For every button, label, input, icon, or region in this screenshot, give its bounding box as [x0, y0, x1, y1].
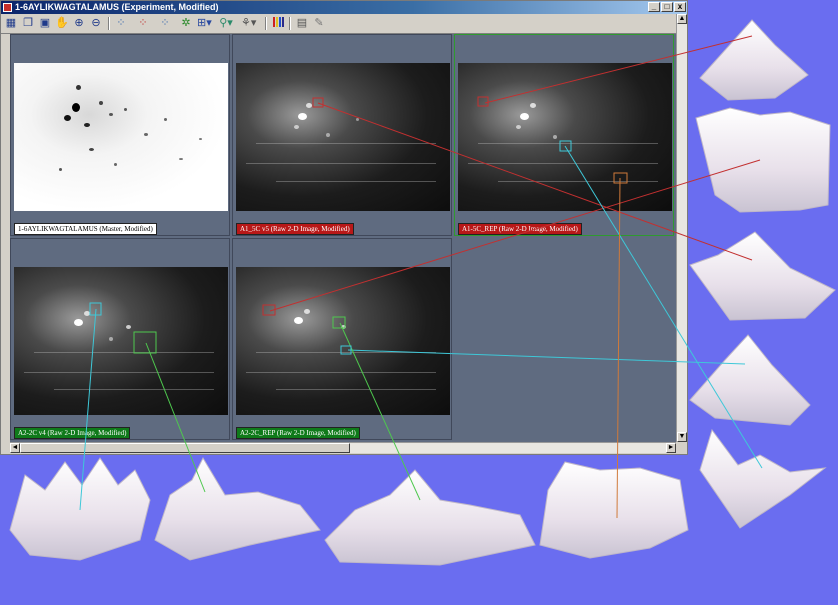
toolbar-separator — [265, 17, 267, 30]
color-bars-icon[interactable] — [271, 16, 285, 30]
spot-surface-3d — [689, 231, 836, 321]
zoom-in-icon[interactable]: ⊕ — [72, 16, 86, 30]
maximize-button[interactable]: □ — [661, 2, 673, 12]
grid-view-icon[interactable]: ▦ — [4, 16, 18, 30]
window-title: 1-6AYLIKWAGTALAMUS (Experiment, Modified… — [15, 2, 219, 12]
landmark-icon[interactable]: ⚘▾ — [241, 16, 256, 30]
grid-icon[interactable]: ⊞▾ — [197, 16, 212, 30]
spot-surface-3d — [699, 19, 809, 101]
spot-surface-3d — [699, 428, 827, 529]
gel-panel-a2-2c-v4[interactable]: A2-2C v4 (Raw 2-D Image, Modified) — [10, 238, 230, 440]
spot-surface-3d — [695, 107, 831, 213]
gel-image[interactable] — [236, 267, 450, 415]
toolbar: ▦ ❐ ▣ ✋ ⊕ ⊖ ⁘▾ ⁘▾ ⁘▾ ✲ ⊞▾ ⚲▾ ⚘▾ ▤ ✎ — [1, 14, 687, 43]
spot-surface-3d — [689, 334, 811, 426]
hand-pan-icon[interactable]: ✋ — [55, 16, 69, 30]
window-icon[interactable]: ❐ — [21, 16, 35, 30]
panel-label: A1-5C_REP (Raw 2-D Image, Modified) — [458, 223, 582, 235]
spot-add-icon[interactable]: ⁘▾ — [136, 16, 150, 43]
toolbar-separator — [289, 17, 291, 30]
gel-panel-a1-5c-v5[interactable]: A1_5C v5 (Raw 2-D Image, Modified) — [232, 34, 452, 236]
gel-panel-master[interactable]: 1-6AYLIKWAGTALAMUS (Master, Modified) — [10, 34, 230, 236]
minimize-button[interactable]: _ — [648, 2, 660, 12]
match-icon[interactable]: ✲ — [179, 16, 193, 30]
panel-label: A1_5C v5 (Raw 2-D Image, Modified) — [236, 223, 354, 235]
horizontal-scrollbar[interactable]: ◄ ► — [10, 442, 676, 453]
export-icon[interactable]: ✎ — [312, 16, 326, 30]
scroll-up-button[interactable]: ▲ — [677, 14, 687, 24]
title-bar[interactable]: 1-6AYLIKWAGTALAMUS (Experiment, Modified… — [1, 1, 687, 14]
spot-surface-3d — [324, 469, 536, 566]
report-icon[interactable]: ▤ — [295, 16, 309, 30]
gel-panel-a2-2c-rep[interactable]: A2-2C_REP (Raw 2-D Image, Modified) — [232, 238, 452, 440]
toolbar-separator — [108, 17, 110, 30]
vertical-scrollbar[interactable]: ▲ ▼ — [676, 14, 687, 442]
master-gel-image[interactable] — [14, 63, 228, 211]
empty-panel — [454, 238, 674, 440]
scroll-right-button[interactable]: ► — [666, 443, 676, 453]
zoom-out-icon[interactable]: ⊖ — [89, 16, 103, 30]
scroll-left-button[interactable]: ◄ — [10, 443, 20, 453]
gel-image[interactable] — [458, 63, 672, 211]
gel-image[interactable] — [236, 63, 450, 211]
spot-tool-icon[interactable]: ⁘▾ — [114, 16, 128, 43]
spot-surface-3d — [154, 456, 321, 561]
app-icon — [3, 3, 12, 12]
image-grid: 1-6AYLIKWAGTALAMUS (Master, Modified) A1… — [10, 34, 676, 442]
panel-label: 1-6AYLIKWAGTALAMUS (Master, Modified) — [14, 223, 157, 235]
close-button[interactable]: x — [674, 2, 686, 12]
spot-surface-3d — [539, 461, 689, 559]
spot-edit-icon[interactable]: ⁘▾ — [158, 16, 172, 43]
gel-image[interactable] — [14, 267, 228, 415]
experiment-window: 1-6AYLIKWAGTALAMUS (Experiment, Modified… — [0, 0, 688, 455]
gel-panel-a1-5c-rep[interactable]: A1-5C_REP (Raw 2-D Image, Modified) — [454, 34, 674, 236]
scroll-thumb[interactable] — [20, 443, 350, 453]
panel-label: A2-2C v4 (Raw 2-D Image, Modified) — [14, 427, 131, 439]
link-icon[interactable]: ⚲▾ — [219, 16, 233, 30]
scroll-down-button[interactable]: ▼ — [677, 432, 687, 442]
overview-icon[interactable]: ▣ — [38, 16, 52, 30]
panel-label: A2-2C_REP (Raw 2-D Image, Modified) — [236, 427, 360, 439]
spot-surface-3d — [9, 457, 151, 561]
